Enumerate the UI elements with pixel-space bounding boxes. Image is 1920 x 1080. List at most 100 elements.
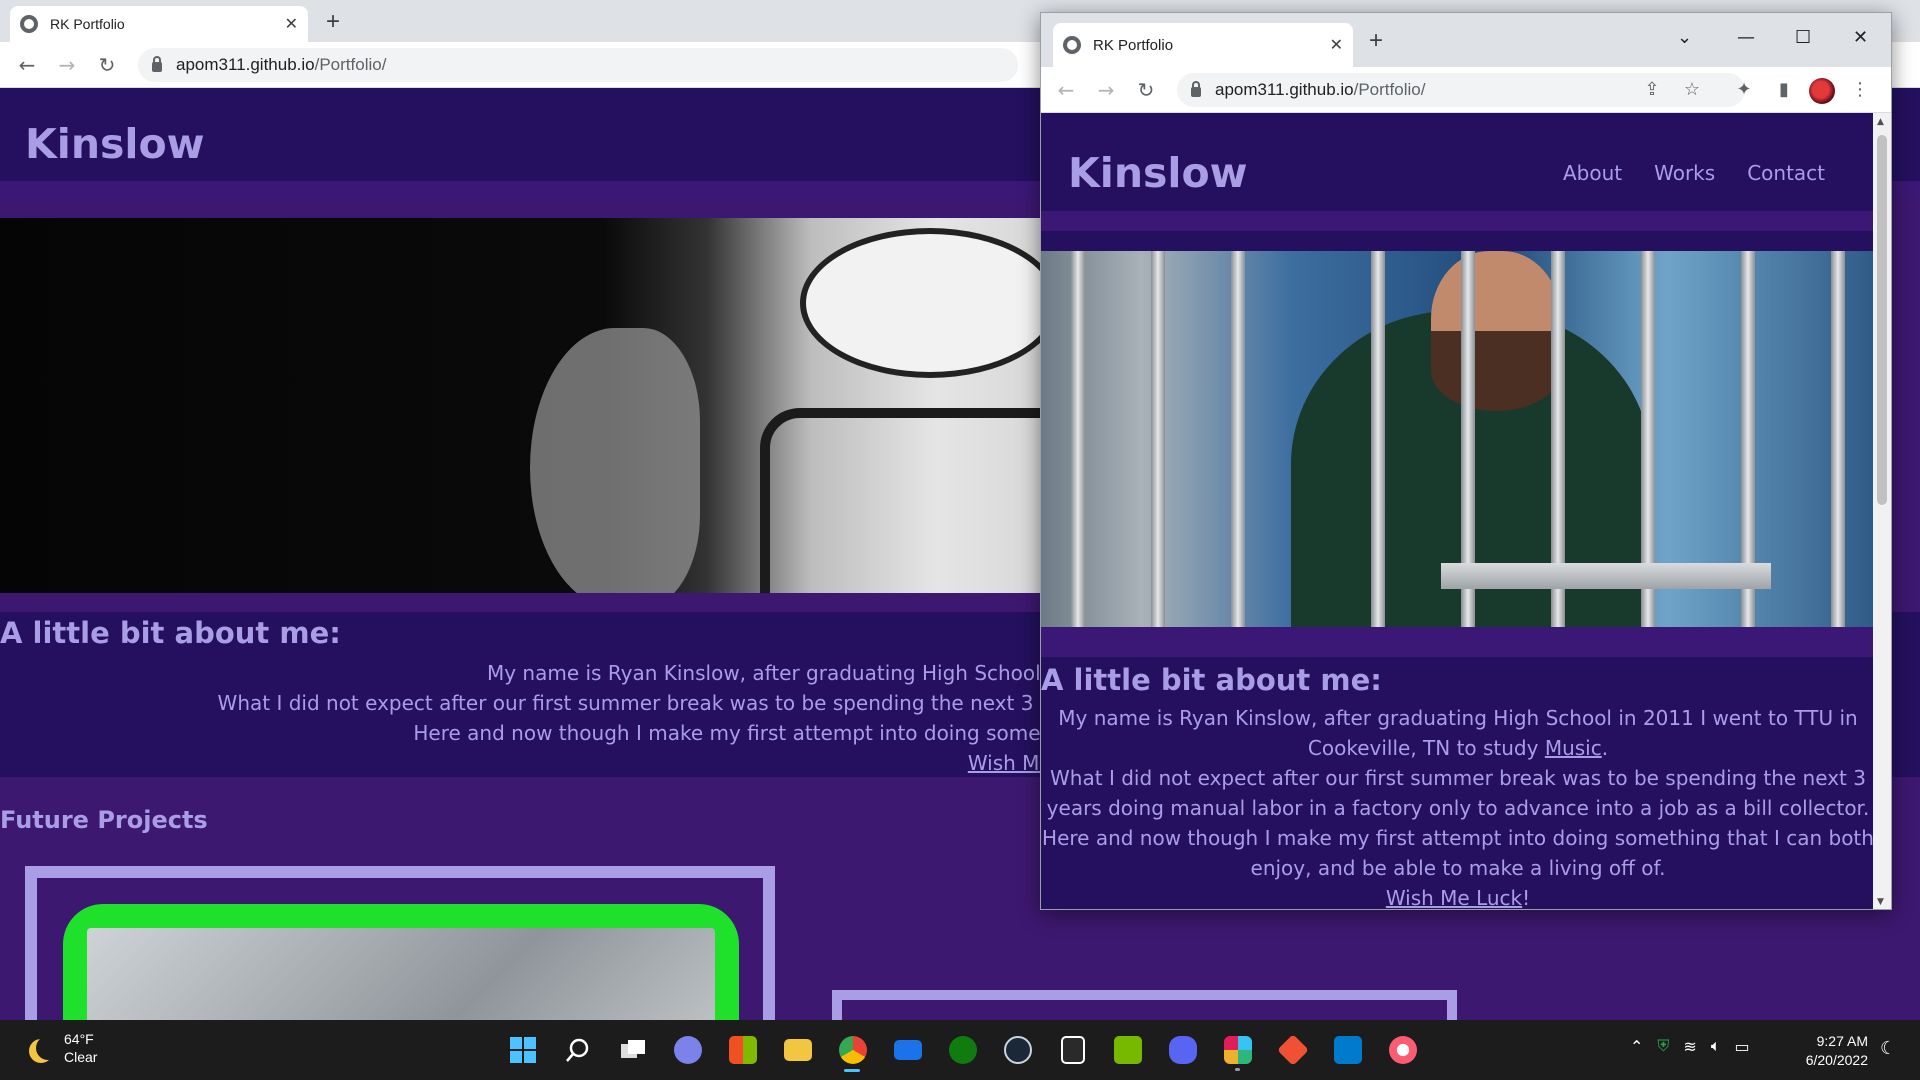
side-panel-icon[interactable]: ▮: [1773, 79, 1795, 101]
folder-icon: [783, 1039, 812, 1061]
browser-tab[interactable]: RK Portfolio ✕: [10, 6, 308, 42]
store-button[interactable]: [720, 1028, 765, 1072]
site-logo[interactable]: Kinslow: [25, 120, 205, 168]
new-tab-button[interactable]: +: [326, 8, 340, 36]
epic-games-button[interactable]: [1050, 1028, 1095, 1072]
scroll-up-icon[interactable]: ▲: [1877, 117, 1884, 127]
epic-games-icon: [1060, 1036, 1085, 1064]
vscode-button[interactable]: [1325, 1028, 1370, 1072]
system-tray: ⌃ ⛨ ≋ 🔈︎ ▭: [1630, 1036, 1750, 1056]
windows-icon: [509, 1037, 536, 1063]
back-icon[interactable]: ←: [1053, 77, 1079, 103]
reload-icon[interactable]: ↻: [94, 52, 120, 78]
tab-title: RK Portfolio: [50, 16, 125, 32]
lock-icon: [1191, 81, 1201, 97]
slack-button[interactable]: [1215, 1028, 1260, 1072]
file-explorer-button[interactable]: [775, 1028, 820, 1072]
reload-icon[interactable]: ↻: [1133, 77, 1159, 103]
forward-icon[interactable]: →: [54, 52, 80, 78]
about-heading: A little bit about me:: [1041, 663, 1382, 697]
teams-chat-icon: [673, 1036, 702, 1064]
scroll-down-icon[interactable]: ▼: [1877, 897, 1884, 907]
close-tab-icon[interactable]: ✕: [1330, 35, 1343, 55]
back-icon[interactable]: ←: [14, 52, 40, 78]
music-link[interactable]: Music: [1545, 736, 1602, 760]
notification-moon-icon[interactable]: ☾: [1880, 1038, 1896, 1059]
slack-icon: [1223, 1036, 1252, 1064]
itunes-button[interactable]: [1380, 1028, 1425, 1072]
chat-button[interactable]: [665, 1028, 710, 1072]
store-icon: [728, 1036, 757, 1064]
hero-beard-shape: [1431, 331, 1561, 411]
site-logo[interactable]: Kinslow: [1068, 149, 1248, 197]
xbox-button[interactable]: [940, 1028, 985, 1072]
maximize-icon[interactable]: ☐: [1795, 27, 1811, 48]
git-button[interactable]: [1270, 1028, 1315, 1072]
page-scrollbar[interactable]: ▲ ▼: [1873, 113, 1891, 909]
new-tab-button[interactable]: +: [1369, 27, 1383, 55]
wish-suffix: !: [1522, 886, 1531, 910]
address-bar[interactable]: apom311.github.io/Portfolio/: [138, 48, 1018, 82]
volume-icon[interactable]: 🔈︎: [1711, 1036, 1721, 1056]
future-projects-heading: Future Projects: [0, 806, 208, 834]
cage-bar: [1151, 251, 1165, 627]
task-view-button[interactable]: [610, 1028, 655, 1072]
task-view-icon: [620, 1040, 645, 1058]
steam-button[interactable]: [995, 1028, 1040, 1072]
cage-bar: [1231, 251, 1245, 627]
wish-me-luck-link[interactable]: Wish Me Luck: [1386, 886, 1522, 909]
wifi-icon[interactable]: ≋: [1683, 1037, 1696, 1056]
nav-contact-link[interactable]: Contact: [1747, 161, 1825, 185]
close-window-icon[interactable]: ✕: [1853, 27, 1868, 48]
extensions-icon[interactable]: ✦: [1733, 79, 1755, 101]
minimize-icon[interactable]: —: [1737, 27, 1755, 48]
vscode-icon: [1333, 1036, 1362, 1064]
about-paragraph-3: Here and now though I make my first atte…: [1042, 826, 1874, 880]
security-shield-icon[interactable]: ⛨: [1657, 1036, 1669, 1056]
forward-icon[interactable]: →: [1093, 77, 1119, 103]
page-viewport: Kinslow About Works Contact A little bit…: [1041, 113, 1875, 910]
share-icon[interactable]: ⇪: [1641, 79, 1663, 101]
mail-icon: [893, 1040, 922, 1060]
hero-image: [1041, 251, 1875, 627]
chevron-up-icon[interactable]: ⌃: [1630, 1037, 1643, 1056]
browser-tab[interactable]: RK Portfolio ✕: [1053, 23, 1353, 67]
about-p1-end: .: [1601, 736, 1609, 760]
weather-widget[interactable]: 64°F Clear: [28, 1030, 97, 1066]
discord-button[interactable]: [1160, 1028, 1205, 1072]
scrollbar-thumb[interactable]: [1877, 135, 1887, 505]
cage-crossbar: [1441, 563, 1771, 589]
itunes-icon: [1388, 1036, 1417, 1064]
search-button[interactable]: [555, 1028, 600, 1072]
globe-icon: [20, 15, 38, 33]
project-card[interactable]: [832, 990, 1457, 1020]
close-tab-icon[interactable]: ✕: [285, 14, 298, 34]
url-host: apom311.github.io: [1215, 80, 1354, 99]
nav-works-link[interactable]: Works: [1654, 161, 1715, 185]
cage-bar: [1831, 251, 1845, 627]
clock[interactable]: 9:27 AM 6/20/2022: [1790, 1032, 1868, 1070]
bookmark-star-icon[interactable]: ☆: [1681, 79, 1703, 101]
about-p1-text: My name is Ryan Kinslow, after graduatin…: [1058, 706, 1858, 760]
about-heading: A little bit about me:: [0, 616, 341, 650]
project-card[interactable]: [25, 866, 775, 1020]
profile-avatar[interactable]: [1809, 78, 1835, 104]
project-thumbnail: [87, 928, 715, 1020]
nvidia-button[interactable]: [1105, 1028, 1150, 1072]
xbox-icon: [948, 1036, 977, 1064]
cage-bar: [1071, 251, 1085, 627]
discord-icon: [1168, 1036, 1197, 1064]
nav-about-link[interactable]: About: [1563, 161, 1622, 185]
tab-search-icon[interactable]: ⌄: [1677, 27, 1692, 48]
foreground-browser-window: RK Portfolio ✕ + ⌄ — ☐ ✕ ← → ↻ apom311.g…: [1040, 12, 1892, 910]
url-path: /Portfolio/: [314, 55, 387, 74]
mail-button[interactable]: [885, 1028, 930, 1072]
battery-icon[interactable]: ▭: [1734, 1037, 1749, 1056]
project-card-frame: [63, 904, 739, 1020]
tab-title: RK Portfolio: [1093, 36, 1174, 54]
menu-kebab-icon[interactable]: ⋮: [1849, 79, 1871, 101]
chrome-button[interactable]: [830, 1028, 875, 1072]
url-host: apom311.github.io: [176, 55, 315, 74]
start-button[interactable]: [500, 1028, 545, 1072]
weather-temperature: 64°F: [64, 1031, 94, 1047]
